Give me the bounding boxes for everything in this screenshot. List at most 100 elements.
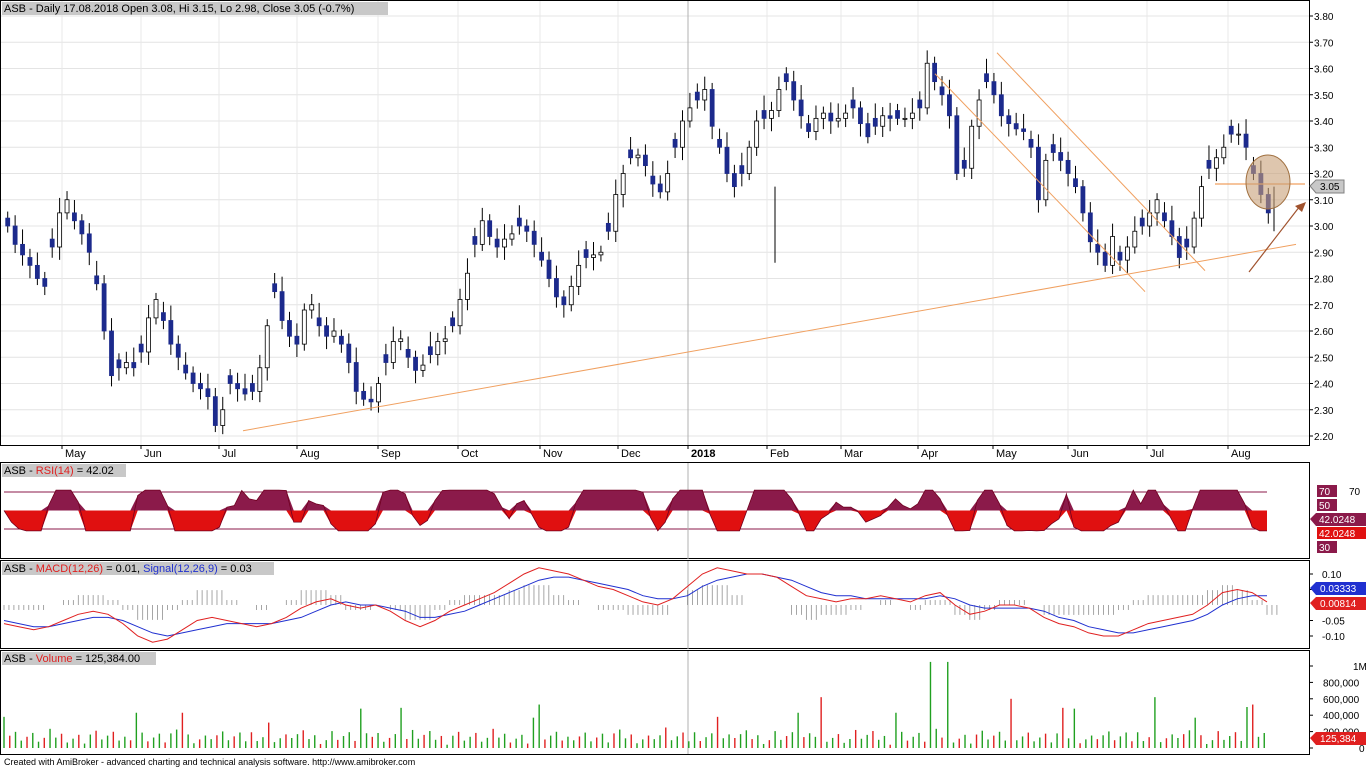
candle-body	[850, 99, 856, 109]
candle-body	[613, 194, 619, 232]
volume-ytick-label: 600,000	[1323, 695, 1360, 706]
volume-pane: 1M800,000600,000400,000200,0000 ASB - Vo…	[0, 650, 1366, 755]
volume-pane-frame	[0, 650, 1310, 755]
candle-body	[1132, 230, 1138, 248]
candle-body	[828, 112, 834, 122]
candle-body	[754, 120, 760, 148]
candle-body	[687, 107, 693, 122]
candle-body	[272, 283, 278, 293]
candle-body	[1110, 236, 1115, 266]
candle-body	[1213, 157, 1219, 169]
price-xtick-label: May	[65, 448, 86, 460]
candle-body	[783, 73, 789, 83]
candle-body	[168, 320, 174, 345]
candle-body	[516, 217, 522, 227]
candle-body	[865, 123, 871, 138]
price-ytick-label: 2.70	[1314, 301, 1334, 312]
price-xtick-label: Aug	[1231, 448, 1251, 460]
price-xtick-label: Jul	[1150, 448, 1164, 460]
candle-body	[554, 278, 559, 298]
candle-body	[5, 217, 11, 227]
candle-body	[368, 398, 374, 403]
candle-body	[205, 388, 211, 398]
candle-body	[620, 173, 626, 195]
candle-body	[1228, 125, 1234, 135]
volume-ytick-label: 800,000	[1323, 678, 1360, 689]
volume-title: ASB - Volume = 125,384.00	[4, 653, 140, 665]
candle-body	[294, 335, 300, 345]
rsi-right-axis: 70 70 50 42.0248 42.0248 30	[1310, 485, 1366, 554]
rsi-mid-label: 50	[1319, 501, 1331, 512]
candle-body	[109, 330, 114, 377]
candle-body	[183, 364, 189, 374]
candle-body	[665, 173, 671, 193]
price-xtick-label: Nov	[543, 448, 563, 460]
candle-body	[694, 91, 700, 101]
candle-body	[1013, 123, 1019, 130]
candle-body	[1243, 133, 1249, 148]
candle-body	[984, 73, 989, 83]
candle-body	[138, 343, 144, 353]
candle-body	[27, 257, 33, 266]
candle-body	[798, 99, 804, 117]
candle-body	[643, 154, 648, 167]
candle-body	[909, 112, 915, 119]
price-xtick-label: Mar	[844, 448, 863, 460]
candle-body	[1162, 212, 1167, 222]
volume-ytick-label: 0	[1359, 744, 1365, 755]
price-pane-frame	[0, 0, 1310, 446]
candle-body	[598, 251, 604, 256]
candle-body	[880, 115, 886, 127]
price-ytick-label: 3.50	[1314, 91, 1334, 102]
candle-body	[820, 112, 826, 119]
price-ytick-label: 2.80	[1314, 275, 1334, 286]
rsi-title: ASB - RSI(14) = 42.02	[4, 465, 114, 477]
candle-body	[731, 173, 737, 188]
candle-body	[94, 275, 100, 285]
candle-body	[939, 86, 945, 96]
price-xtick-label: Oct	[461, 448, 478, 460]
candle-body	[969, 125, 975, 169]
candle-body	[1125, 246, 1130, 261]
price-x-axis: May Jun Jul Aug Sep Oct Nov Dec 2018 Feb Mar Apr May…	[61, 445, 1251, 460]
candle-body	[20, 243, 25, 256]
candle-body	[427, 346, 433, 356]
candle-body	[42, 278, 48, 287]
price-ytick-label: 3.70	[1314, 38, 1334, 49]
macd-ytick-label: -0.05	[1322, 617, 1345, 628]
candle-body	[72, 212, 77, 222]
candle-body	[479, 220, 485, 245]
candle-body	[991, 81, 997, 96]
candle-body	[672, 138, 678, 148]
candle-body	[583, 249, 589, 258]
candle-body	[1102, 251, 1108, 266]
candle-body	[64, 199, 70, 214]
price-pane: 3.80 3.70 3.60 3.50 3.40 3.30 3.20 3.10 3.00 2.90…	[0, 0, 1345, 460]
price-xtick-label: Sep	[381, 448, 401, 460]
candle-body	[420, 364, 426, 371]
candle-body	[502, 238, 507, 248]
price-ytick-label: 2.20	[1314, 432, 1334, 443]
candle-body	[635, 154, 641, 159]
highlight-circle	[1245, 154, 1291, 210]
candle-body	[1021, 128, 1026, 132]
candle-body	[190, 372, 196, 384]
price-ytick-label: 2.30	[1314, 406, 1334, 417]
candle-body	[264, 325, 270, 369]
candle-body	[250, 383, 255, 392]
candle-body	[442, 338, 448, 342]
candle-body	[739, 165, 745, 174]
rsi-value-label: 42.0248	[1319, 515, 1356, 526]
candle-body	[338, 335, 344, 345]
candle-body	[761, 110, 767, 119]
price-xtick-label: Jun	[1071, 448, 1089, 460]
candle-body	[1065, 159, 1071, 174]
candle-body	[924, 62, 930, 109]
candle-body	[524, 225, 530, 232]
candle-body	[131, 362, 137, 369]
candle-body	[561, 296, 567, 306]
candle-body	[1176, 236, 1182, 258]
macd-ytick-label: 0.10	[1322, 570, 1342, 581]
candle-body	[1050, 144, 1056, 153]
candle-body	[717, 138, 722, 148]
